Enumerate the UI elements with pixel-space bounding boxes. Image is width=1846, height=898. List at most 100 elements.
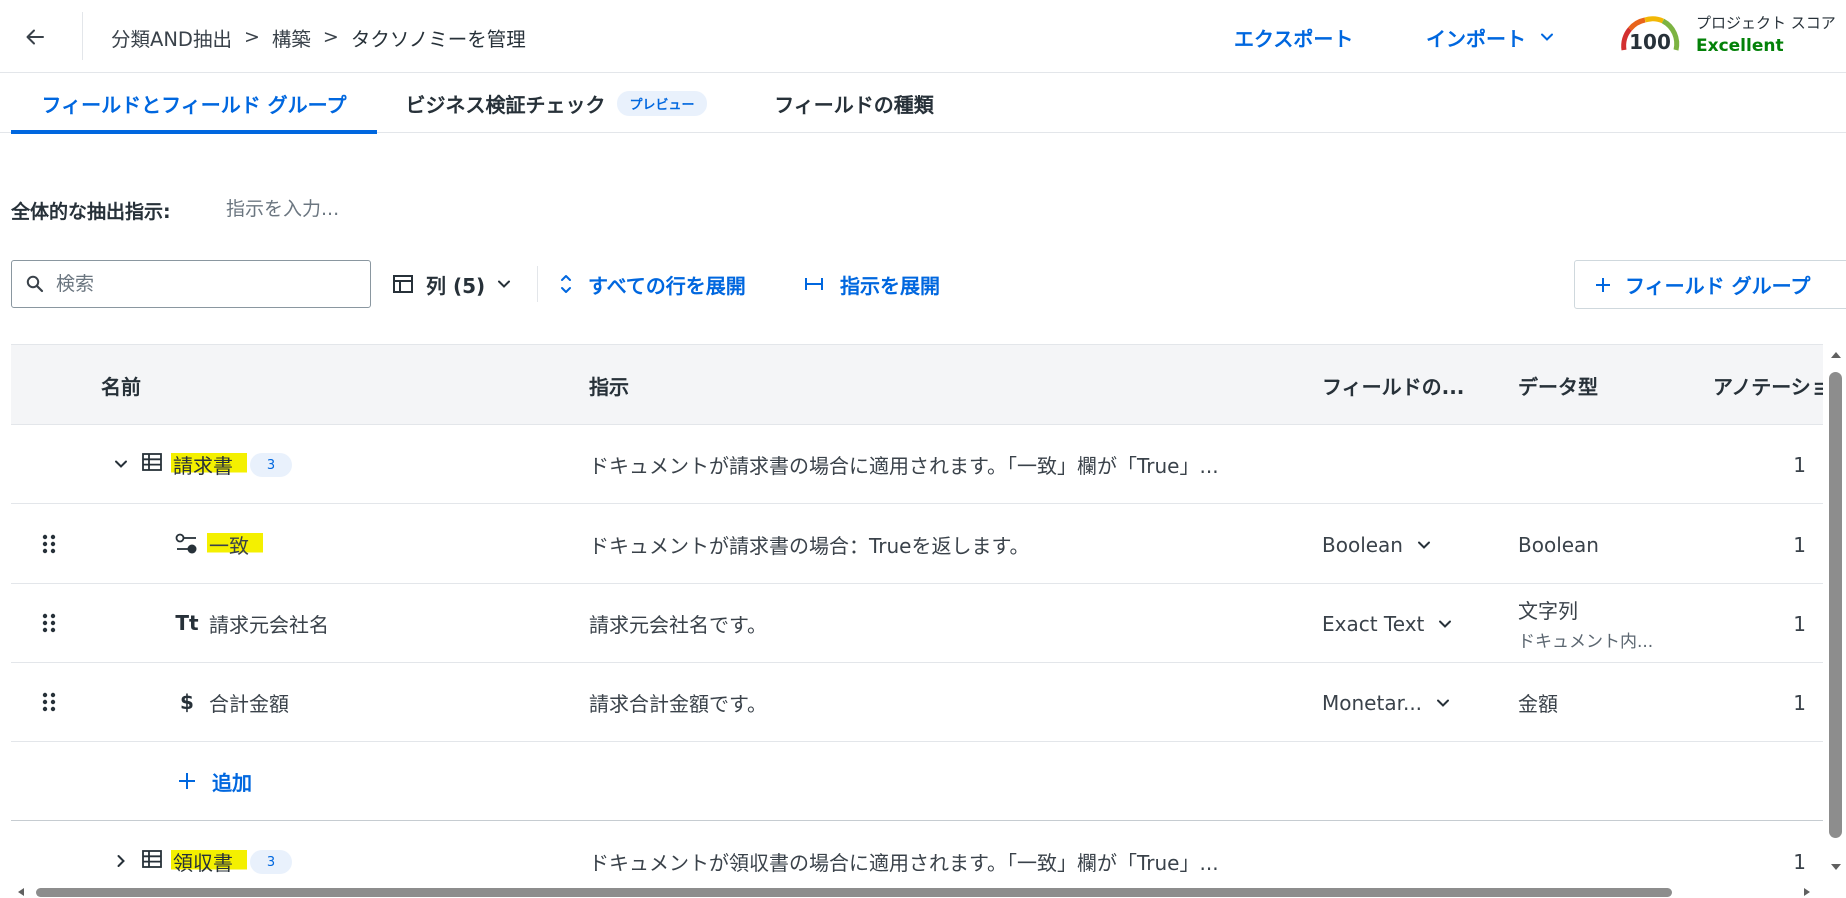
scroll-left-arrow-icon[interactable] bbox=[16, 887, 26, 897]
tab-field-types[interactable]: フィールドの種類 bbox=[748, 73, 960, 133]
chevron-down-icon bbox=[1439, 620, 1452, 628]
breadcrumb-item-manage-taxonomy: タクソノミーを管理 bbox=[350, 27, 526, 51]
search-input[interactable] bbox=[56, 273, 336, 295]
scroll-right-arrow-icon[interactable] bbox=[1802, 887, 1812, 897]
add-field-group-button[interactable]: フィールド グループ bbox=[1574, 260, 1846, 309]
text-icon: Tt bbox=[175, 611, 199, 635]
group-name-text: 領収書 bbox=[171, 847, 247, 876]
global-instructions-input[interactable] bbox=[226, 194, 926, 224]
data-type-cell: Boolean bbox=[1518, 532, 1599, 557]
vertical-scrollbar[interactable] bbox=[1826, 348, 1846, 878]
field-type-dropdown[interactable]: Exact Text bbox=[1322, 612, 1452, 636]
import-button[interactable]: インポート bbox=[1426, 22, 1554, 52]
field-type-value: Exact Text bbox=[1322, 611, 1425, 636]
toolbar-divider bbox=[537, 266, 538, 302]
tab-label: ビジネス検証チェック bbox=[405, 92, 606, 117]
expand-all-rows-button[interactable]: すべての行を展開 bbox=[560, 268, 746, 300]
expand-horizontal-icon bbox=[805, 278, 823, 290]
plus-icon bbox=[179, 773, 195, 789]
field-type-select[interactable]: Boolean bbox=[1322, 505, 1502, 584]
field-type-select[interactable]: Monetar... bbox=[1322, 663, 1502, 742]
field-type-value: Monetar... bbox=[1322, 690, 1423, 715]
column-header-name[interactable]: 名前 bbox=[101, 345, 401, 425]
dollar-icon: $ bbox=[180, 690, 194, 714]
field-count-badge: 3 bbox=[250, 850, 292, 874]
field-type-dropdown[interactable]: Boolean bbox=[1322, 533, 1431, 557]
search-box[interactable] bbox=[11, 260, 371, 308]
instruction-cell[interactable]: ドキュメントが請求書の場合：Trueを返します。 bbox=[589, 505, 1289, 584]
column-header-annotations[interactable]: アノテーション bbox=[1713, 345, 1823, 425]
field-name[interactable]: 請求元会社名 bbox=[209, 584, 329, 663]
drag-handle-icon[interactable] bbox=[37, 531, 61, 557]
project-score-status: Excellent bbox=[1696, 36, 1784, 56]
tab-business-validation[interactable]: ビジネス検証チェック プレビュー bbox=[377, 73, 735, 133]
add-field-label: 追加 bbox=[212, 770, 252, 795]
taxonomy-table: 名前 指示 フィールドの... データ型 アノテーション 請求書 3 ドキュメン… bbox=[11, 344, 1823, 898]
instruction-cell[interactable]: ドキュメントが請求書の場合に適用されます。「一致」欄が「True」... bbox=[589, 425, 1289, 504]
tab-label: フィールドとフィールド グループ bbox=[41, 92, 347, 117]
add-field-group-label: フィールド グループ bbox=[1625, 274, 1811, 298]
column-header-data-type[interactable]: データ型 bbox=[1518, 345, 1668, 425]
arrow-left-icon bbox=[26, 29, 44, 45]
field-name[interactable]: 合計金額 bbox=[209, 663, 289, 742]
horizontal-scroll-thumb[interactable] bbox=[36, 888, 1672, 897]
chevron-right-icon: > bbox=[322, 26, 339, 48]
breadcrumb-item-classify-extract[interactable]: 分類AND抽出 bbox=[111, 23, 232, 52]
breadcrumb: 分類AND抽出 > 構築 > タクソノミーを管理 bbox=[111, 22, 526, 52]
plus-icon bbox=[1596, 277, 1610, 292]
collapse-button[interactable] bbox=[106, 449, 136, 479]
chevron-down-icon bbox=[498, 280, 511, 288]
data-type-cell: 金額 bbox=[1518, 692, 1558, 716]
chevron-right-icon: > bbox=[243, 26, 260, 48]
breadcrumb-item-build[interactable]: 構築 bbox=[272, 23, 311, 52]
chevron-down-icon bbox=[115, 460, 127, 468]
field-type-select[interactable]: Exact Text bbox=[1322, 584, 1502, 663]
column-header-field-type[interactable]: フィールドの... bbox=[1322, 345, 1477, 425]
chevron-right-icon bbox=[117, 855, 125, 867]
table-row-field[interactable]: Tt 請求元会社名 請求元会社名です。 Exact Text 文字列 ドキュメン… bbox=[11, 584, 1823, 663]
vertical-scroll-thumb[interactable] bbox=[1829, 372, 1842, 838]
table-row-add: 追加 bbox=[11, 742, 1823, 821]
annotations-cell: 1 bbox=[1793, 611, 1806, 636]
expand-button[interactable] bbox=[106, 846, 136, 876]
tab-label: フィールドの種類 bbox=[774, 92, 934, 117]
field-count-badge: 3 bbox=[250, 453, 292, 477]
horizontal-scrollbar[interactable] bbox=[0, 884, 1826, 898]
field-type-value: Boolean bbox=[1322, 532, 1403, 557]
instruction-cell[interactable]: 請求元会社名です。 bbox=[589, 584, 1289, 663]
drag-handle-icon[interactable] bbox=[37, 689, 61, 715]
field-name-text: 一致 bbox=[207, 530, 263, 559]
header-divider bbox=[82, 12, 83, 60]
scroll-up-arrow-icon[interactable] bbox=[1830, 350, 1842, 360]
back-button[interactable] bbox=[16, 18, 54, 56]
group-name[interactable]: 請求書 bbox=[171, 425, 247, 504]
column-header-instruction[interactable]: 指示 bbox=[589, 345, 889, 425]
annotations-cell: 1 bbox=[1793, 452, 1806, 477]
expand-instructions-button[interactable]: 指示を展開 bbox=[804, 268, 940, 300]
expand-vertical-icon bbox=[561, 275, 571, 293]
table-row-field[interactable]: $ 合計金額 請求合計金額です。 Monetar... 金額 1 bbox=[11, 663, 1823, 742]
table-icon bbox=[142, 850, 162, 868]
instruction-cell[interactable]: 請求合計金額です。 bbox=[589, 663, 1289, 742]
add-field-button[interactable]: 追加 bbox=[178, 766, 252, 796]
annotations-cell: 1 bbox=[1793, 690, 1806, 715]
table-row-field[interactable]: 一致 ドキュメントが請求書の場合：Trueを返します。 Boolean Bool… bbox=[11, 505, 1823, 584]
field-name[interactable]: 一致 bbox=[207, 505, 263, 584]
data-type-subtext: ドキュメント内... bbox=[1518, 632, 1654, 652]
global-instructions-label: 全体的な抽出指示: bbox=[11, 201, 171, 223]
field-type-dropdown[interactable]: Monetar... bbox=[1322, 691, 1450, 715]
table-row-group[interactable]: 請求書 3 ドキュメントが請求書の場合に適用されます。「一致」欄が「True」.… bbox=[11, 425, 1823, 504]
chevron-down-icon bbox=[1541, 33, 1553, 41]
columns-label: 列 (5) bbox=[426, 273, 486, 298]
project-score-label: プロジェクト スコア bbox=[1696, 14, 1836, 32]
expand-instructions-label: 指示を展開 bbox=[840, 273, 940, 298]
chevron-down-icon bbox=[1437, 699, 1450, 707]
group-name-text: 請求書 bbox=[171, 450, 247, 479]
columns-button[interactable]: 列 (5) bbox=[392, 268, 511, 300]
tab-fields-and-groups[interactable]: フィールドとフィールド グループ bbox=[11, 73, 377, 134]
scroll-down-arrow-icon[interactable] bbox=[1830, 862, 1842, 872]
project-score-value: 100 bbox=[1629, 30, 1671, 54]
export-button[interactable]: エクスポート bbox=[1234, 22, 1353, 52]
preview-badge: プレビュー bbox=[617, 90, 707, 116]
drag-handle-icon[interactable] bbox=[37, 610, 61, 636]
